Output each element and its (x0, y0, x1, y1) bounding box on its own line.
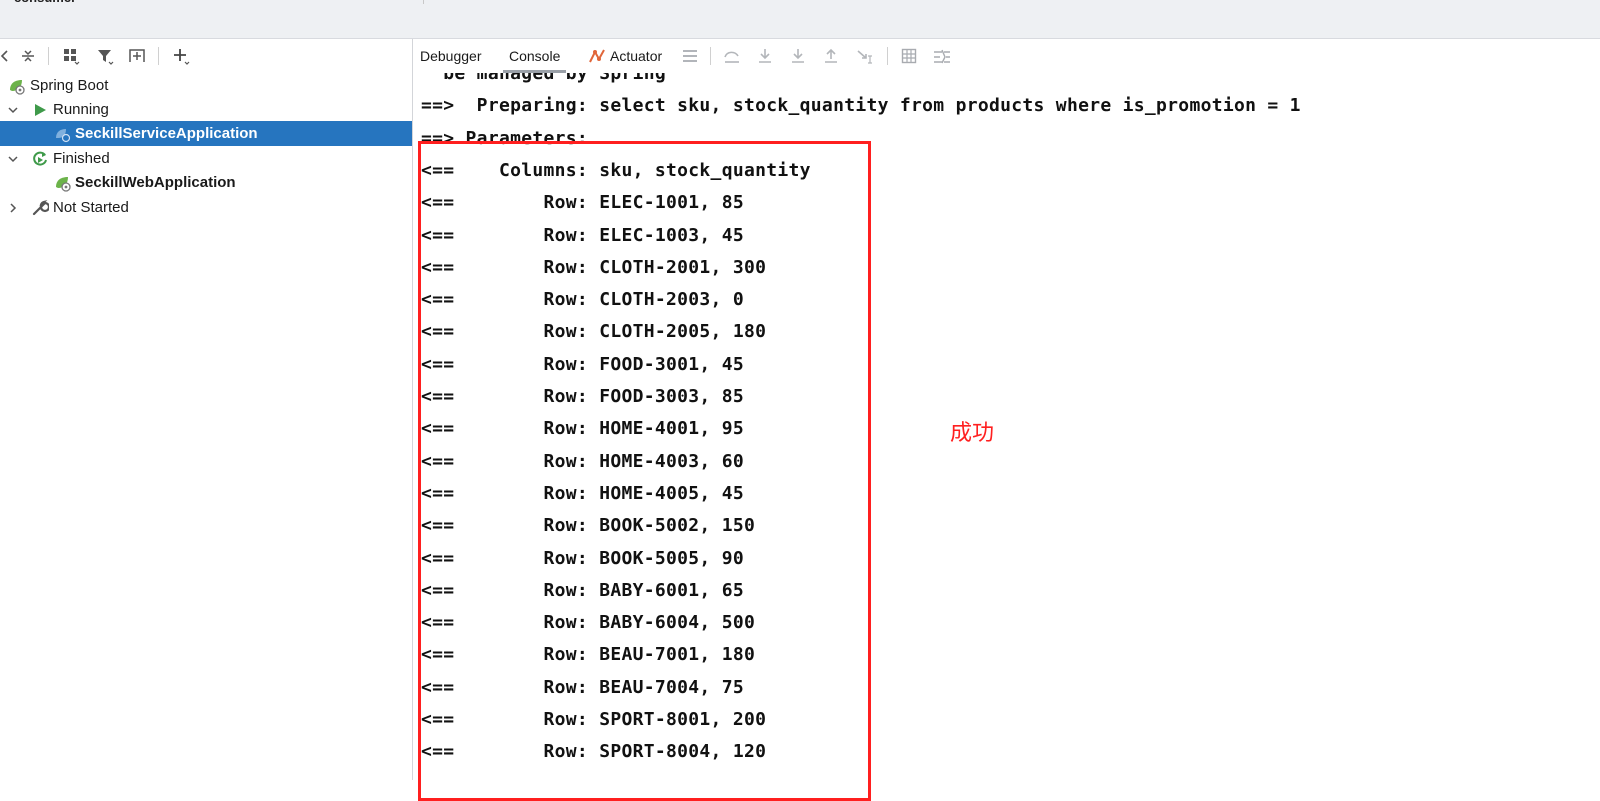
run-to-cursor-icon[interactable] (854, 46, 876, 66)
tree-item-label: Running (53, 101, 109, 118)
tree-item-running[interactable]: Running (0, 97, 412, 122)
add-config-icon[interactable] (125, 45, 149, 67)
tree-item-seckill-web[interactable]: SeckillWebApplication (0, 170, 412, 195)
tree-item-label: Finished (53, 150, 110, 167)
spring-boot-icon (7, 77, 25, 95)
toolbar-separator (158, 47, 159, 65)
rerun-icon (31, 150, 49, 168)
editor-tab-partial[interactable]: consumer (14, 0, 76, 5)
chevron-down-icon[interactable] (7, 153, 19, 165)
force-step-into-icon[interactable] (787, 46, 809, 66)
spring-app-icon (53, 174, 71, 192)
tree-item-label: SeckillWebApplication (75, 174, 236, 191)
tab-console[interactable]: Console (502, 39, 567, 73)
tab-label: Console (509, 48, 561, 64)
services-toolbar (0, 39, 412, 73)
actuator-icon (588, 47, 606, 65)
chevron-down-icon[interactable] (7, 104, 19, 116)
tab-actuator[interactable]: Actuator (588, 39, 662, 73)
run-toolbar: Debugger Console Actuator (413, 39, 1600, 73)
menu-icon[interactable] (679, 46, 701, 66)
tree-item-label: Not Started (53, 199, 129, 216)
tree-item-spring-boot[interactable]: Spring Boot (0, 73, 412, 98)
toolbar-separator (48, 47, 49, 65)
tree-item-label: SeckillServiceApplication (75, 125, 258, 142)
tab-debugger[interactable]: Debugger (420, 39, 482, 73)
window-header: consumer (0, 0, 1600, 39)
collapse-left-icon[interactable] (0, 45, 16, 67)
add-icon[interactable] (169, 45, 193, 67)
filter-icon[interactable] (93, 45, 117, 67)
evaluate-icon[interactable] (898, 46, 920, 66)
divider (423, 0, 424, 4)
run-icon (31, 101, 49, 119)
trace-icon[interactable] (931, 46, 953, 66)
group-icon[interactable] (59, 45, 83, 67)
toolbar-separator (710, 47, 711, 65)
wrench-icon (31, 199, 49, 217)
toolbar-separator (887, 47, 888, 65)
tree-item-label: Spring Boot (30, 77, 109, 94)
step-out-icon[interactable] (820, 46, 842, 66)
tree-item-not-started[interactable]: Not Started (0, 195, 412, 220)
tab-label: Debugger (420, 48, 482, 64)
chevron-right-icon[interactable] (7, 202, 19, 214)
highlight-box (418, 141, 871, 801)
spring-app-icon (53, 125, 71, 143)
annotation-success: 成功 (950, 421, 995, 446)
tree-item-finished[interactable]: Finished (0, 146, 412, 171)
console-line: ==> Preparing: select sku, stock_quantit… (421, 95, 1301, 117)
tab-label: Actuator (610, 48, 663, 64)
step-over-icon[interactable] (721, 46, 743, 66)
console-line: be managed by Spring (421, 73, 667, 84)
services-panel: Spring Boot Running SeckillServiceApplic… (0, 39, 413, 780)
step-into-icon[interactable] (754, 46, 776, 66)
tree-item-seckill-service[interactable]: SeckillServiceApplication (0, 121, 412, 146)
collapse-all-icon[interactable] (16, 45, 40, 67)
